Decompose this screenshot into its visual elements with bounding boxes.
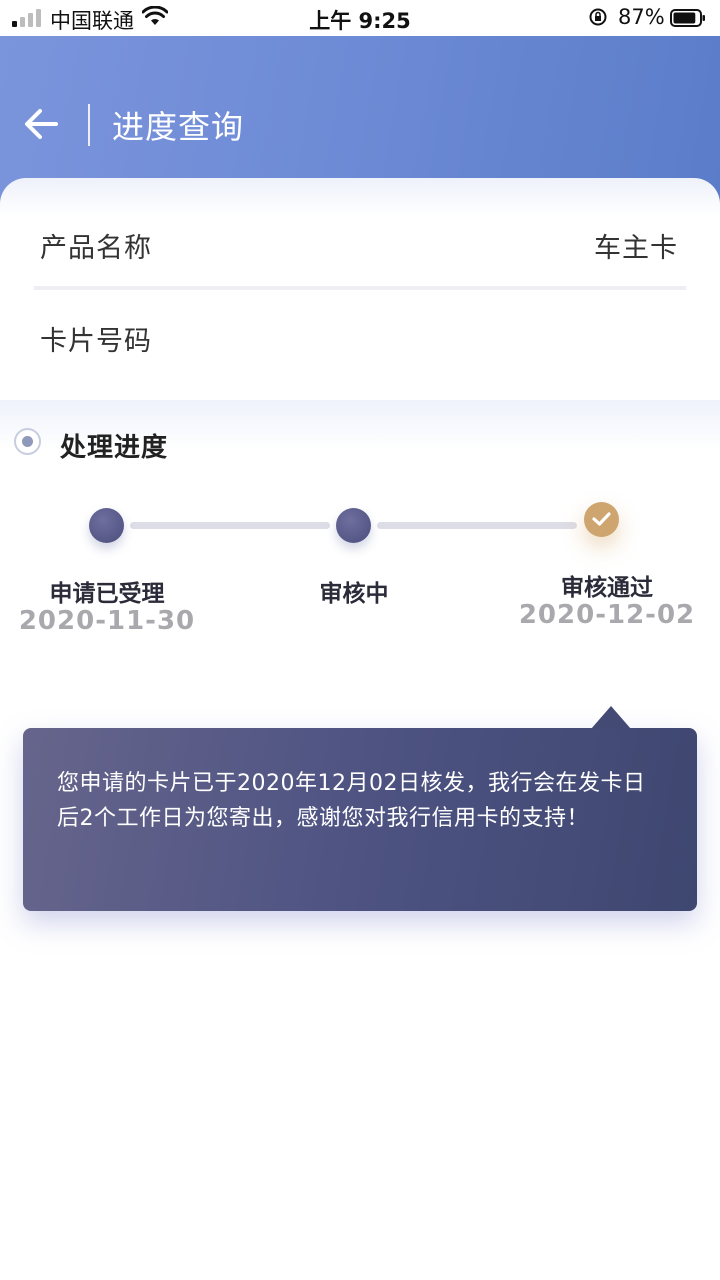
row-divider [34, 286, 686, 290]
progress-section: 处理进度 申请已受理 2020-11-30 审核中 审核通过 2020-12-0… [0, 400, 720, 1280]
product-name-label: 产品名称 [40, 233, 152, 264]
battery-percent: 87% [618, 5, 665, 29]
step-2-label: 审核中 [319, 581, 389, 607]
step-1-node [89, 508, 124, 543]
tooltip-pointer [591, 706, 631, 729]
section-marker-icon [14, 428, 41, 455]
card-info-panel: 产品名称 车主卡 卡片号码 [0, 178, 720, 400]
battery-icon [670, 9, 705, 27]
header-divider [88, 104, 90, 146]
back-arrow-icon[interactable] [22, 106, 62, 142]
product-name-value: 车主卡 [594, 233, 678, 264]
step-3-label: 审核通过 [561, 575, 653, 601]
section-title: 处理进度 [60, 433, 169, 463]
page-title: 进度查询 [112, 108, 245, 146]
step-1-date: 2020-11-30 [18, 606, 196, 636]
step-3-node [584, 502, 619, 537]
status-time: 上午 9:25 [309, 9, 411, 33]
checkmark-icon [592, 512, 611, 526]
progress-track-2 [377, 522, 577, 529]
step-2-node [336, 508, 371, 543]
status-message: 您申请的卡片已于2020年12月02日核发，我行会在发卡日后2个工作日为您寄出，… [57, 771, 646, 831]
progress-track-1 [130, 522, 330, 529]
status-bar: 中国联通 上午 9:25 87% [0, 0, 720, 36]
status-message-tooltip: 您申请的卡片已于2020年12月02日核发，我行会在发卡日后2个工作日为您寄出，… [23, 706, 697, 911]
rotation-lock-icon [589, 8, 607, 26]
card-number-label: 卡片号码 [40, 326, 152, 357]
step-3-date: 2020-12-02 [518, 600, 696, 630]
step-1-label: 申请已受理 [49, 581, 165, 607]
